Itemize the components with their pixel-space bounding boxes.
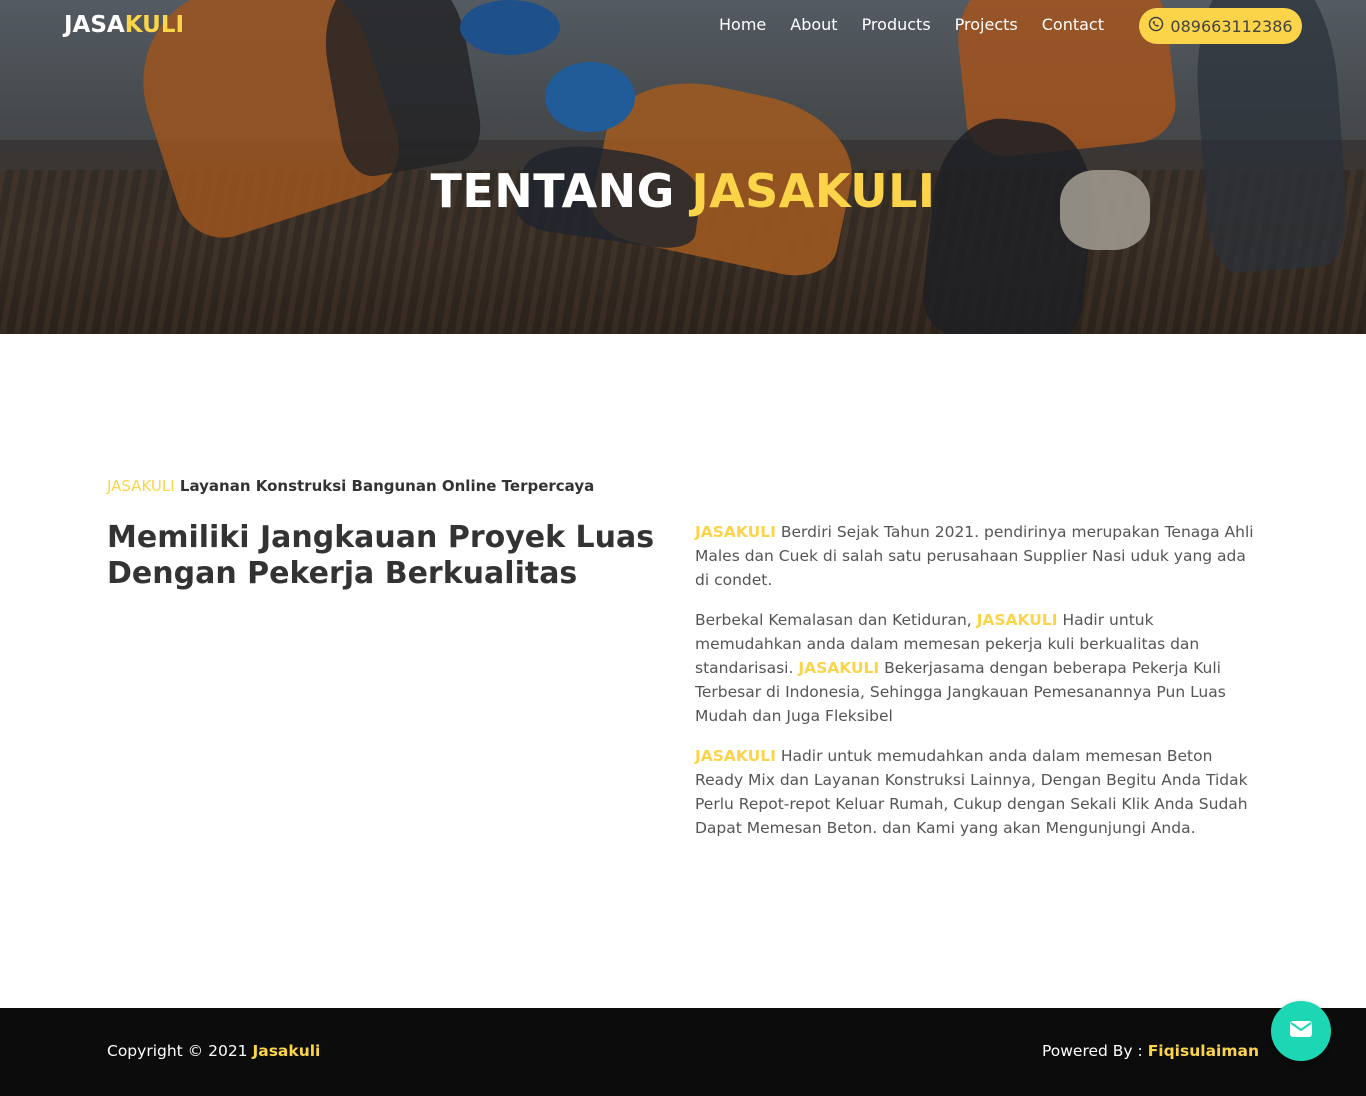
about-paragraph-1: JASAKULI Berdiri Sejak Tahun 2021. pendi… <box>695 520 1260 592</box>
footer: Copyright © 2021 Jasakuli Powered By : F… <box>0 1008 1366 1096</box>
about-heading: Memiliki Jangkauan Proyek Luas Dengan Pe… <box>107 520 655 591</box>
paragraph-text: Hadir untuk memudahkan anda dalam memesa… <box>695 747 1248 837</box>
envelope-icon <box>1289 1019 1313 1044</box>
about-description: JASAKULI Berdiri Sejak Tahun 2021. pendi… <box>695 520 1260 856</box>
message-float-button[interactable] <box>1271 1001 1331 1061</box>
nav-products[interactable]: Products <box>862 15 931 34</box>
about-paragraph-3: JASAKULI Hadir untuk memudahkan anda dal… <box>695 744 1260 840</box>
copyright-text: Copyright © 2021 <box>107 1042 253 1060</box>
about-paragraph-2: Berbekal Kemalasan dan Ketiduran, JASAKU… <box>695 608 1260 728</box>
brand-highlight: JASAKULI <box>976 611 1058 629</box>
title-part1: TENTANG <box>430 164 692 218</box>
nav-about[interactable]: About <box>790 15 837 34</box>
brand-logo[interactable]: JASAKULI <box>64 12 184 38</box>
brand-highlight: JASAKULI <box>798 659 880 677</box>
copyright-brand[interactable]: Jasakuli <box>252 1042 320 1060</box>
powered-name[interactable]: Fiqisulaiman <box>1148 1042 1259 1060</box>
paragraph-text: Berbekal Kemalasan dan Ketiduran, <box>695 611 977 629</box>
nav-projects[interactable]: Projects <box>955 15 1018 34</box>
navbar: JASAKULI Home About Products Projects Co… <box>0 0 1366 54</box>
phone-number: 089663112386 <box>1170 16 1293 36</box>
powered-text: Powered By : <box>1041 1042 1148 1060</box>
nav-menu: Home About Products Projects Contact <box>719 15 1128 34</box>
brand-part2: KULI <box>124 12 185 38</box>
powered-by: Powered By : Fiqisulaiman <box>1042 1042 1259 1060</box>
whatsapp-button[interactable]: 089663112386 <box>1139 8 1302 44</box>
brand-highlight: JASAKULI <box>695 747 776 765</box>
brand-part1: JASA <box>64 12 125 38</box>
copyright: Copyright © 2021 Jasakuli <box>107 1042 320 1060</box>
nav-contact[interactable]: Contact <box>1042 15 1104 34</box>
eyebrow-brand: JASAKULI <box>107 477 175 495</box>
title-part2: JASAKULI <box>691 164 936 218</box>
about-eyebrow: JASAKULI Layanan Konstruksi Bangunan Onl… <box>107 477 594 495</box>
whatsapp-icon <box>1148 16 1164 36</box>
brand-highlight: JASAKULI <box>695 523 776 541</box>
page-title: TENTANG JASAKULI <box>0 164 1366 218</box>
hero-banner: JASAKULI Home About Products Projects Co… <box>0 0 1366 334</box>
eyebrow-text: Layanan Konstruksi Bangunan Online Terpe… <box>174 477 595 495</box>
paragraph-text: Berdiri Sejak Tahun 2021. pendirinya mer… <box>695 523 1254 589</box>
nav-home[interactable]: Home <box>719 15 766 34</box>
